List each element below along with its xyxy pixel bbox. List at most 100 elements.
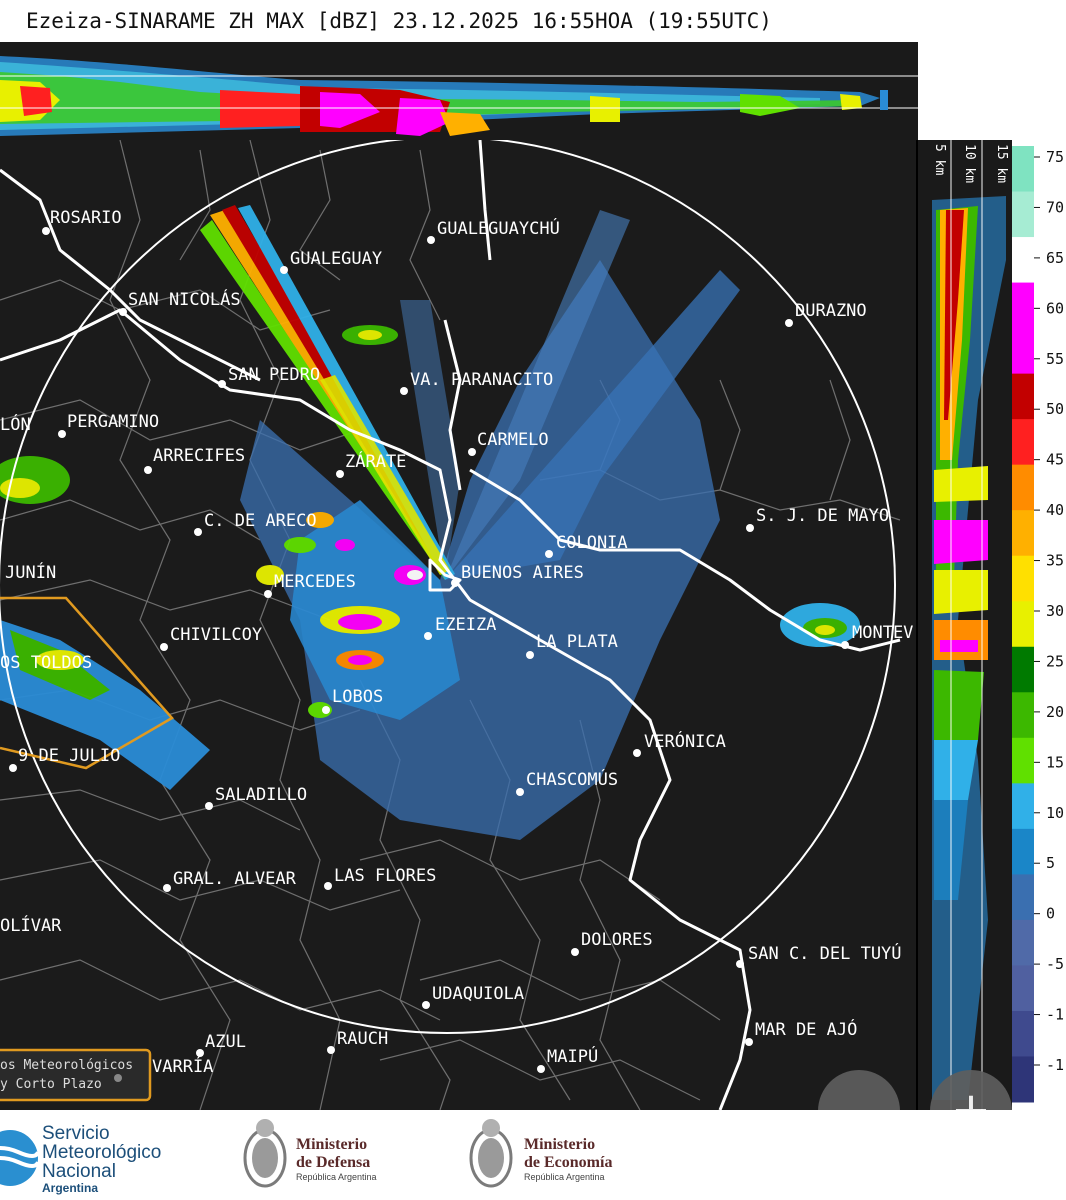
city-label-rosario: ROSARIO: [50, 208, 122, 228]
city-dot-buenos-aires: [451, 579, 459, 587]
city-label-las-flores: LAS FLORES: [334, 866, 436, 886]
colorbar-tick-label: 25: [1046, 652, 1064, 670]
city-dot-dolores: [571, 948, 579, 956]
city-dot-rauch: [327, 1046, 335, 1054]
city-dot-gualeguaychu: [427, 236, 435, 244]
colorbar-band: [1012, 191, 1034, 238]
radar-map[interactable]: ROSARIO GUALEGUAYCHÚ GUALEGUAY SAN NICOL…: [0, 140, 918, 1110]
colorbar-tick-label: 75: [1046, 148, 1064, 166]
colorbar-band: [1012, 282, 1034, 329]
colorbar-tick-label: 0: [1046, 905, 1055, 923]
side-label-10km: 10 km: [962, 144, 977, 183]
city-label-lon: LÓN: [0, 413, 31, 435]
city-label-dolores: DOLORES: [581, 930, 653, 950]
city-dot-la-plata: [526, 651, 534, 659]
radar-title: Ezeiza-SINARAME ZH MAX [dBZ] 23.12.2025 …: [0, 0, 1066, 42]
city-label-mar-de-ajo: MAR DE AJÓ: [755, 1018, 857, 1040]
city-dot-durazno: [785, 319, 793, 327]
city-label-la-plata: LA PLATA: [536, 632, 618, 652]
city-dot-carmelo: [468, 448, 476, 456]
colorbar-band: [1012, 373, 1034, 420]
city-label-arrecifes: ARRECIFES: [153, 446, 245, 466]
city-label-sj-de-mayo: S. J. DE MAYO: [756, 506, 889, 526]
top-cross-section: [0, 42, 918, 142]
city-label-buenos-aires: BUENOS AIRES: [461, 563, 584, 583]
colorbar-band: [1012, 146, 1034, 193]
city-dot-saladillo: [205, 802, 213, 810]
side-label-5km: 5 km: [932, 144, 947, 175]
legend-box-line2: y Corto Plazo: [0, 1077, 102, 1092]
colorbar-band: [1012, 510, 1034, 557]
city-dot-azul: [196, 1049, 204, 1057]
legend-box: os Meteorológicos y Corto Plazo: [0, 1048, 152, 1102]
city-label-san-c-del-tuyu: SAN C. DEL TUYÚ: [748, 942, 902, 964]
colorbar-tick-label: 70: [1046, 198, 1064, 216]
colorbar-band: [1012, 692, 1034, 739]
city-label-mercedes: MERCEDES: [274, 572, 356, 592]
side-label-15km: 15 km: [994, 144, 1009, 183]
city-label-c-de-areco: C. DE ARECO: [204, 511, 317, 531]
smn-line2: Meteorológico: [42, 1142, 162, 1163]
colorbar-band: [1012, 1010, 1034, 1057]
city-label-va-paranacito: VA. PARANACITO: [410, 370, 553, 390]
colorbar-band: [1012, 601, 1034, 648]
colorbar-tick-label: 40: [1046, 501, 1064, 519]
city-label-san-nicolas: SAN NICOLÁS: [128, 288, 241, 310]
colorbar-band: [1012, 419, 1034, 466]
defensa-line2: de Defensa: [296, 1154, 371, 1171]
colorbar-tick-label: -5: [1046, 955, 1064, 973]
colorbar-tick-label: 50: [1046, 400, 1064, 418]
city-dot-montevideo: [841, 641, 849, 649]
city-label-durazno: DURAZNO: [795, 301, 867, 321]
colorbar-tick-label: 45: [1046, 451, 1064, 469]
city-label-olavarria: VARRÍA: [152, 1055, 213, 1077]
colorbar-band: [1012, 555, 1034, 602]
city-label-montevideo: MONTEV: [852, 623, 913, 643]
defensa-line1: Ministerio: [296, 1136, 368, 1153]
city-dot-gral-alvear: [163, 884, 171, 892]
colorbar-tick-label: 30: [1046, 602, 1064, 620]
economia-line1: Ministerio: [524, 1136, 596, 1153]
side-cross-section-graphic: 5 km 10 km 15 km: [918, 140, 1012, 1110]
city-label-veronica: VERÓNICA: [644, 730, 726, 752]
city-dot-arrecifes: [144, 466, 152, 474]
colorbar-band: [1012, 874, 1034, 921]
city-label-saladillo: SALADILLO: [215, 785, 307, 805]
city-dot-gualeguay: [280, 266, 288, 274]
colorbar-band: [1012, 464, 1034, 511]
city-dot-rosario: [42, 227, 50, 235]
colorbar-tick-label: 55: [1046, 350, 1064, 368]
defensa-line3: República Argentina: [296, 1172, 377, 1182]
colorbar-tick-label: 15: [1046, 753, 1064, 771]
city-dot-chivilcoy: [160, 643, 168, 651]
colorbar-band: [1012, 328, 1034, 375]
city-dot-ezeiza: [424, 632, 432, 640]
footer: Servicio Meteorológico Nacional Argentin…: [0, 1110, 1066, 1200]
city-dot-sj-de-mayo: [746, 524, 754, 532]
smn-line3: Nacional: [42, 1161, 116, 1182]
city-label-los-toldos: OS TOLDOS: [0, 653, 92, 673]
city-label-gral-alvear: GRAL. ALVEAR: [173, 869, 297, 889]
smn-line1: Servicio: [42, 1123, 110, 1144]
city-label-maipu: MAIPÚ: [547, 1045, 598, 1067]
dbz-colorbar: 75 70 65 60 55 50 45 40 35 30 25 20 15 10 5 0 -5 -1 -1: [1012, 140, 1066, 1110]
side-cross-section: 5 km 10 km 15 km: [918, 140, 1012, 1110]
city-label-chascomus: CHASCOMÚS: [526, 768, 618, 790]
colorbar-band: [1012, 737, 1034, 784]
city-dot-mercedes: [264, 590, 272, 598]
colorbar-band: [1012, 828, 1034, 875]
city-dot-veronica: [633, 749, 641, 757]
economia-line3: República Argentina: [524, 1172, 605, 1182]
colorbar-tick-label: -1: [1046, 1006, 1064, 1024]
colorbar-band: [1012, 646, 1034, 693]
city-label-gualeguay: GUALEGUAY: [290, 249, 382, 269]
colorbar-tick-label: 60: [1046, 299, 1064, 317]
radar-map-graphic: ROSARIO GUALEGUAYCHÚ GUALEGUAY SAN NICOL…: [0, 140, 916, 1110]
city-dot-las-flores: [324, 882, 332, 890]
city-dot-san-pedro: [218, 380, 226, 388]
colorbar-band: [1012, 783, 1034, 830]
city-label-rauch: RAUCH: [337, 1029, 388, 1049]
colorbar-band: [1012, 919, 1034, 966]
colorbar-tick-label: 10: [1046, 804, 1064, 822]
city-label-gualeguaychu: GUALEGUAYCHÚ: [437, 217, 560, 239]
